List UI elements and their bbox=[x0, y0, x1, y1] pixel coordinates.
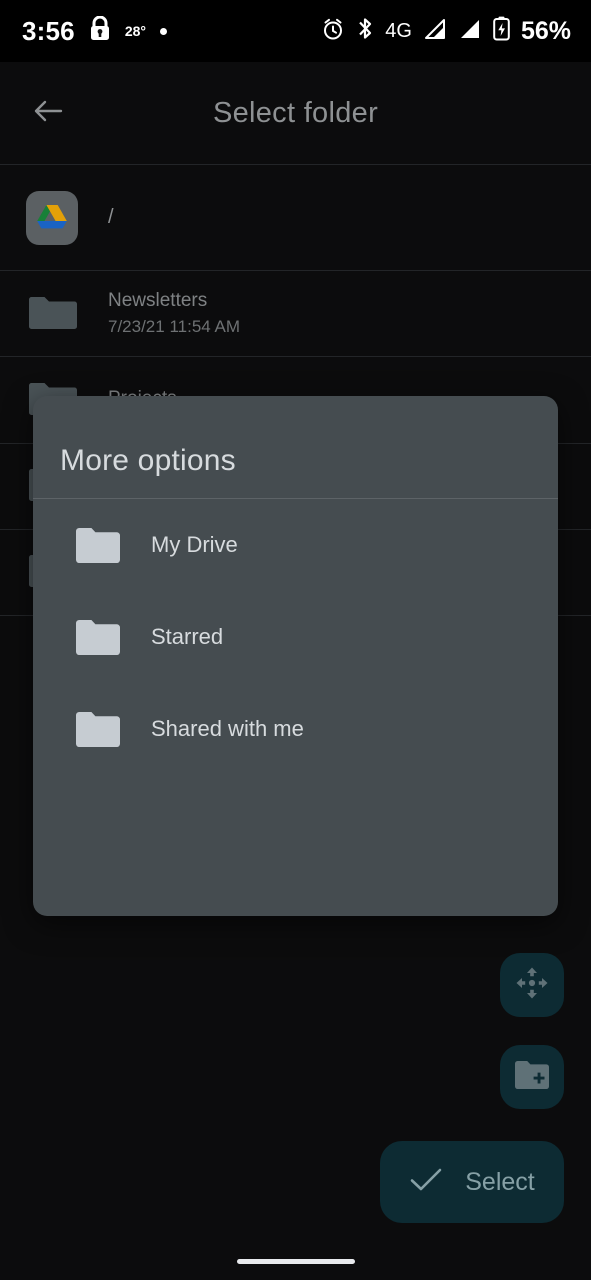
dialog-option-label: Starred bbox=[151, 624, 224, 649]
more-options-dialog: More options My Drive Starred Shared wit… bbox=[33, 396, 558, 916]
select-button-label: Select bbox=[465, 1167, 535, 1196]
dialog-option-shared-with-me[interactable]: Shared with me bbox=[33, 683, 558, 775]
gesture-home-pill[interactable] bbox=[236, 1259, 355, 1264]
check-icon bbox=[409, 1166, 443, 1199]
move-arrows-icon bbox=[514, 965, 550, 1006]
dialog-option-label: My Drive bbox=[151, 532, 238, 557]
new-folder-fab[interactable] bbox=[500, 1045, 564, 1109]
dialog-title: More options bbox=[60, 444, 236, 477]
select-button[interactable]: Select bbox=[380, 1141, 564, 1223]
dialog-option-label: Shared with me bbox=[151, 716, 304, 741]
phone-screen: 3:56 28° 4G 56% Select folder / Newslett… bbox=[0, 0, 591, 1280]
folder-icon bbox=[76, 619, 120, 655]
folder-plus-icon bbox=[515, 1060, 549, 1094]
move-fab[interactable] bbox=[500, 953, 564, 1017]
folder-icon bbox=[76, 527, 120, 563]
dialog-option-list: My Drive Starred Shared with me bbox=[33, 499, 558, 775]
navigation-bar bbox=[0, 1242, 591, 1280]
folder-icon bbox=[76, 711, 120, 747]
dialog-option-my-drive[interactable]: My Drive bbox=[33, 499, 558, 591]
dialog-option-starred[interactable]: Starred bbox=[33, 591, 558, 683]
